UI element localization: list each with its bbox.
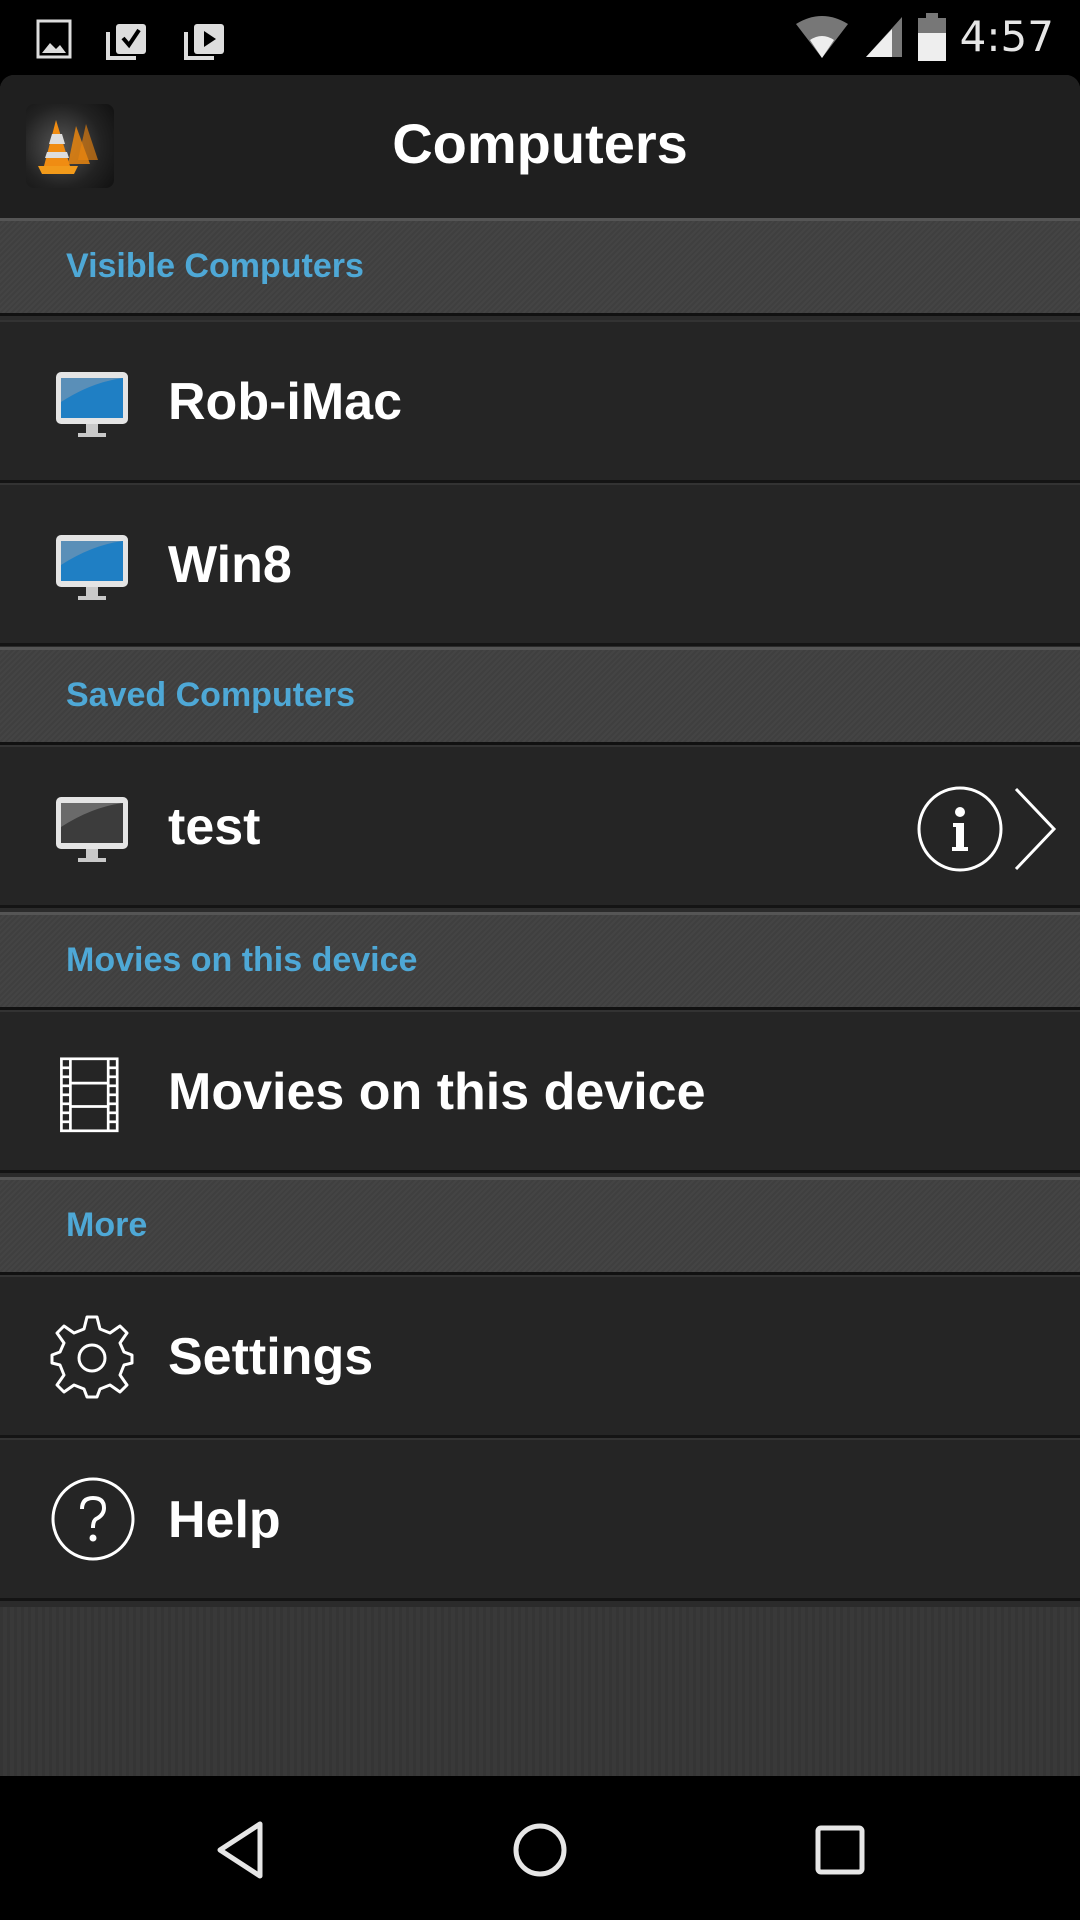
app-header: Computers [0,75,1080,218]
section-title: More [66,1206,148,1244]
computer-monitor-icon [56,372,128,437]
computer-row-test[interactable]: test [0,745,1080,908]
cell-signal-icon [865,16,902,57]
help-row[interactable]: Help [0,1438,1080,1601]
help-icon [51,1477,135,1561]
image-notification-icon [36,19,72,59]
empty-background [0,1607,1080,1776]
computer-monitor-icon [56,535,128,600]
gear-icon [50,1315,134,1399]
info-icon[interactable] [916,785,1004,873]
section-title: Saved Computers [66,676,356,714]
computer-row-rob-imac[interactable]: Rob-iMac [0,320,1080,483]
navigation-bar [0,1776,1080,1920]
computer-name: Rob-iMac [168,373,402,431]
movies-row[interactable]: Movies on this device [0,1010,1080,1173]
clipboard-check-icon [106,24,146,60]
movies-label: Movies on this device [168,1063,706,1121]
page-title: Computers [392,112,688,175]
section-saved-computers: Saved Computers [0,647,1080,745]
status-bar: 4:57 [0,0,1080,75]
home-icon[interactable] [508,1818,572,1882]
film-strip-icon [60,1057,119,1133]
section-title: Visible Computers [66,247,364,285]
battery-icon [917,12,946,61]
chevron-right-icon[interactable] [1010,785,1060,873]
computer-row-win8[interactable]: Win8 [0,483,1080,646]
recents-icon[interactable] [808,1818,872,1882]
settings-row[interactable]: Settings [0,1275,1080,1438]
section-movies: Movies on this device [0,912,1080,1010]
computer-name: test [168,798,261,856]
clipboard-play-icon [184,24,224,60]
section-visible-computers: Visible Computers [0,218,1080,316]
clock: 4:57 [959,12,1054,61]
wifi-icon [795,15,848,58]
help-label: Help [168,1491,281,1549]
back-icon[interactable] [210,1818,274,1882]
settings-label: Settings [168,1328,374,1386]
computer-name: Win8 [168,536,292,594]
section-title: Movies on this device [66,941,418,979]
app-window: Computers Visible Computers Rob-iMac Win… [0,75,1080,1776]
computer-monitor-offline-icon [56,797,128,862]
section-more: More [0,1177,1080,1275]
